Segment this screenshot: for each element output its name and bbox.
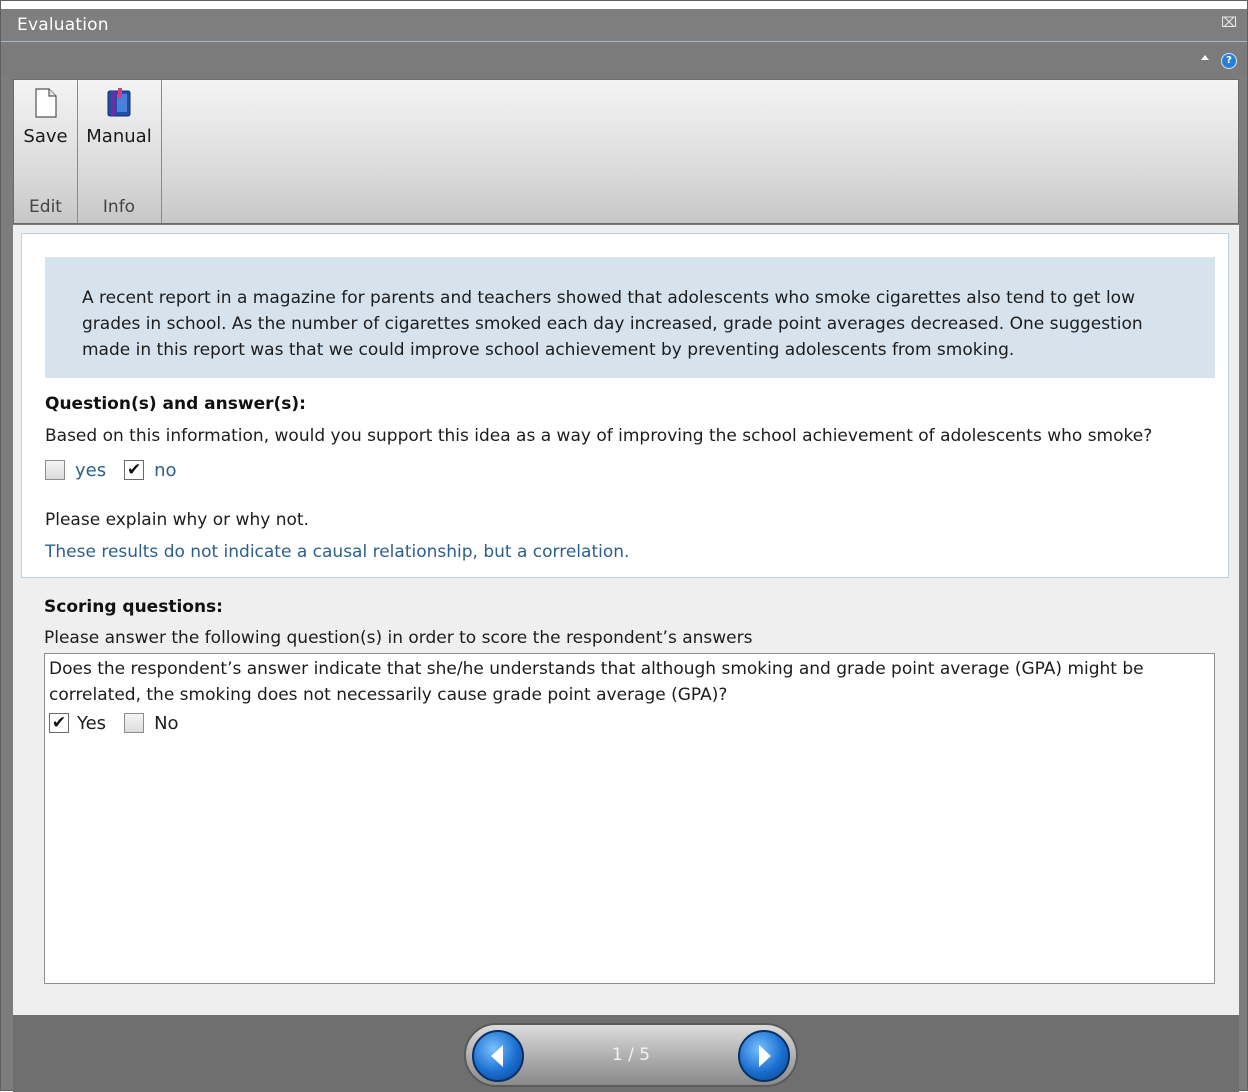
no-checkbox[interactable]: ✔ <box>124 459 145 480</box>
explain-answer: These results do not indicate a causal r… <box>45 542 630 562</box>
top-strip <box>1 1 1247 9</box>
ribbon-toolbar: Save Edit Manual Info <box>13 79 1239 224</box>
checkmark-icon: ✔ <box>51 712 67 733</box>
next-button[interactable] <box>738 1030 790 1082</box>
content-area: A recent report in a magazine for parent… <box>13 225 1239 1015</box>
scoring-yes-checkbox[interactable]: ✔ <box>49 713 69 733</box>
title-bar: Evaluation ⌧ <box>1 9 1247 42</box>
scoring-no-checkbox[interactable] <box>124 713 145 733</box>
scoring-question-box: Does the respondent’s answer indicate th… <box>44 653 1215 984</box>
scoring-no-label: No <box>154 712 179 734</box>
ribbon-group-label-edit: Edit <box>29 197 62 217</box>
checkmark-icon: ✔ <box>126 459 142 480</box>
ribbon-group-label-info: Info <box>102 197 136 217</box>
save-button-label: Save <box>23 126 68 147</box>
save-button[interactable]: Save <box>14 88 77 147</box>
window-title: Evaluation <box>17 15 109 35</box>
ribbon-group-info: Manual Info <box>77 80 162 223</box>
evaluation-window: Evaluation ⌧ ? Save Edit Manual Info A r… <box>0 0 1248 1092</box>
yes-checkbox[interactable] <box>45 460 65 480</box>
qa-heading: Question(s) and answer(s): <box>45 394 306 414</box>
pager: 1 / 5 <box>464 1023 798 1087</box>
answer-options: yes ✔ no <box>45 458 195 482</box>
collapse-ribbon-icon[interactable] <box>1201 55 1209 60</box>
close-icon[interactable]: ⌧ <box>1221 15 1237 31</box>
manual-button-label: Manual <box>86 126 152 147</box>
scoring-instructions: Please answer the following question(s) … <box>44 628 753 648</box>
scoring-question-text: Does the respondent’s answer indicate th… <box>49 659 1144 705</box>
ribbon-group-edit: Save Edit <box>14 80 78 223</box>
respondent-panel: A recent report in a magazine for parent… <box>21 233 1229 578</box>
document-icon <box>34 88 57 118</box>
manual-book-icon <box>107 88 131 117</box>
scoring-yes-label: Yes <box>77 712 107 734</box>
help-icon[interactable]: ? <box>1221 53 1237 69</box>
arrow-right-icon <box>759 1045 771 1067</box>
explain-prompt: Please explain why or why not. <box>45 510 309 530</box>
yes-option-label: yes <box>75 459 107 481</box>
scoring-options: ✔ Yes No <box>49 709 1210 737</box>
no-option-label: no <box>154 459 177 481</box>
footer-bar: 1 / 5 <box>13 1015 1239 1092</box>
ribbon-header: ? <box>1 42 1247 78</box>
question-text: Based on this information, would you sup… <box>45 426 1153 446</box>
scenario-text: A recent report in a magazine for parent… <box>45 257 1215 378</box>
manual-button[interactable]: Manual <box>77 88 161 147</box>
scoring-heading: Scoring questions: <box>44 597 223 617</box>
